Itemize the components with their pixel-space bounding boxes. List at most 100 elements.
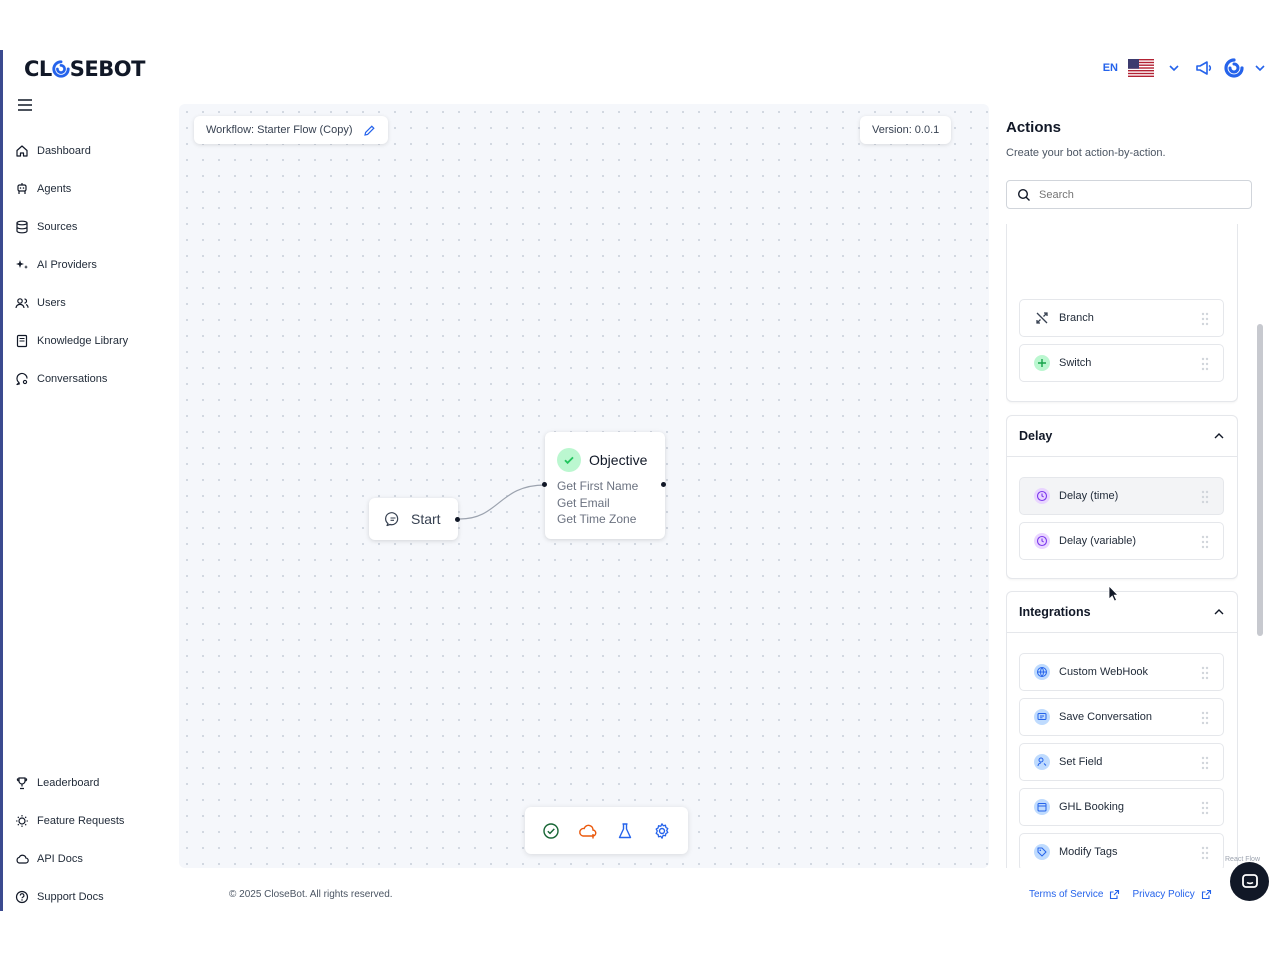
clock-icon <box>1034 488 1050 504</box>
sidebar-item-knowledge-library[interactable]: Knowledge Library <box>15 322 175 360</box>
scrollbar-thumb[interactable] <box>1257 324 1263 636</box>
sidebar-item-ai-providers[interactable]: AI Providers <box>15 246 175 284</box>
integrations-group: Integrations Custom WebHook Save Convers… <box>1006 591 1238 868</box>
search-input[interactable] <box>1039 188 1239 201</box>
action-ghl-booking[interactable]: GHL Booking <box>1019 788 1224 826</box>
action-save-conversation[interactable]: Save Conversation <box>1019 698 1224 736</box>
workflow-title[interactable]: Workflow: Starter Flow (Copy) <box>194 116 388 144</box>
action-delay-time[interactable]: Delay (time) <box>1019 477 1224 515</box>
account-logo-icon[interactable] <box>1224 58 1244 78</box>
sidebar-item-leaderboard[interactable]: Leaderboard <box>15 764 175 802</box>
sidebar-item-label: Agents <box>37 183 72 195</box>
objective-node-title: Objective <box>589 452 648 468</box>
book-icon <box>16 334 28 348</box>
objective-line: Get Time Zone <box>557 512 637 526</box>
hamburger-menu-icon[interactable] <box>16 97 34 113</box>
actions-panel-title: Actions <box>1006 119 1062 136</box>
action-set-field[interactable]: Set Field <box>1019 743 1224 781</box>
objective-node-header: Objective <box>557 448 653 472</box>
validate-check-icon[interactable] <box>541 821 561 841</box>
sidebar-item-feature-requests[interactable]: Feature Requests <box>15 802 175 840</box>
search-box[interactable] <box>1006 180 1252 209</box>
database-icon <box>16 220 28 234</box>
action-label: Save Conversation <box>1059 711 1152 723</box>
sidebar-item-label: Users <box>37 297 66 309</box>
chevron-down-icon[interactable] <box>1254 58 1266 78</box>
sidebar-item-users[interactable]: Users <box>15 284 175 322</box>
chat-launcher-button[interactable] <box>1230 862 1269 901</box>
actions-list[interactable]: Branch Switch Delay Delay (time) Delay (… <box>1006 224 1238 868</box>
privacy-link[interactable]: Privacy Policy <box>1132 889 1211 900</box>
mouse-cursor-icon <box>1108 585 1119 602</box>
chevron-up-icon[interactable] <box>1213 606 1225 618</box>
drag-handle-icon[interactable] <box>1201 756 1209 770</box>
logo-o-icon <box>52 60 70 78</box>
action-branch[interactable]: Branch <box>1019 299 1224 337</box>
chat-icon <box>1034 709 1050 725</box>
edge-start-objective[interactable] <box>459 484 546 520</box>
search-icon <box>1017 188 1030 201</box>
action-switch[interactable]: Switch <box>1019 344 1224 382</box>
drag-handle-icon[interactable] <box>1201 711 1209 725</box>
privacy-link-label: Privacy Policy <box>1132 889 1195 900</box>
chevron-up-icon[interactable] <box>1213 430 1225 442</box>
drag-handle-icon[interactable] <box>1201 846 1209 860</box>
cloud-icon <box>16 854 29 864</box>
drag-handle-icon[interactable] <box>1201 490 1209 504</box>
group-title: Delay <box>1019 429 1053 443</box>
gear-icon[interactable] <box>652 821 672 841</box>
terms-link[interactable]: Terms of Service <box>1029 889 1120 900</box>
us-flag-icon[interactable] <box>1128 59 1154 77</box>
sidebar-item-conversations[interactable]: Conversations <box>15 360 175 398</box>
home-icon <box>16 145 28 157</box>
app-window: CL SEBOT EN Dashboard Agents Sources AI … <box>0 50 1280 911</box>
chevron-down-icon[interactable] <box>1164 58 1184 78</box>
objective-output-handle[interactable] <box>661 482 666 487</box>
start-output-handle[interactable] <box>455 517 460 522</box>
chat-bubble-icon <box>1241 873 1258 888</box>
workflow-title-text: Workflow: Starter Flow (Copy) <box>206 124 353 136</box>
closebot-logo[interactable]: CL SEBOT <box>24 57 145 81</box>
cloud-publish-icon[interactable] <box>578 821 598 841</box>
version-text: Version: 0.0.1 <box>872 124 940 136</box>
sidebar-item-label: AI Providers <box>37 259 97 271</box>
megaphone-icon[interactable] <box>1194 58 1214 78</box>
objective-node[interactable]: Objective Get First Name Get Email Get T… <box>542 432 666 539</box>
robot-icon <box>17 183 27 194</box>
sidebar-item-dashboard[interactable]: Dashboard <box>15 132 175 170</box>
sidebar-item-agents[interactable]: Agents <box>15 170 175 208</box>
objective-line: Get Email <box>557 495 610 510</box>
pencil-icon[interactable] <box>363 124 376 137</box>
drag-handle-icon[interactable] <box>1201 357 1209 371</box>
actions-scrollbar[interactable] <box>1256 224 1264 824</box>
action-delay-variable[interactable]: Delay (variable) <box>1019 522 1224 560</box>
language-code[interactable]: EN <box>1103 62 1118 74</box>
chat-search-icon <box>16 372 28 386</box>
user-field-icon <box>1034 754 1050 770</box>
action-label: Modify Tags <box>1059 846 1118 858</box>
drag-handle-icon[interactable] <box>1201 312 1209 326</box>
workflow-canvas[interactable]: Workflow: Starter Flow (Copy) Version: 0… <box>179 104 989 868</box>
start-node-label: Start <box>411 511 441 527</box>
delay-group-header[interactable]: Delay <box>1007 416 1237 457</box>
start-node[interactable]: Start <box>369 498 460 540</box>
drag-handle-icon[interactable] <box>1201 801 1209 815</box>
action-custom-webhook[interactable]: Custom WebHook <box>1019 653 1224 691</box>
sidebar-item-label: Dashboard <box>37 145 91 157</box>
footer: © 2025 CloseBot. All rights reserved. Te… <box>3 868 1280 911</box>
external-link-icon <box>1110 889 1120 900</box>
logo-text-start: CL <box>24 57 52 81</box>
logo-text-end: SEBOT <box>69 57 146 81</box>
integrations-group-header[interactable]: Integrations <box>1007 592 1237 633</box>
drag-handle-icon[interactable] <box>1201 666 1209 680</box>
version-badge: Version: 0.0.1 <box>860 116 952 144</box>
action-label: Branch <box>1059 312 1094 324</box>
objective-input-handle[interactable] <box>542 482 547 487</box>
action-label: Custom WebHook <box>1059 666 1149 678</box>
sparkles-icon <box>16 260 28 269</box>
drag-handle-icon[interactable] <box>1201 535 1209 549</box>
action-modify-tags[interactable]: Modify Tags <box>1019 833 1224 868</box>
objective-line: Get First Name <box>557 479 639 493</box>
flask-test-icon[interactable] <box>615 821 635 841</box>
sidebar-item-sources[interactable]: Sources <box>15 208 175 246</box>
